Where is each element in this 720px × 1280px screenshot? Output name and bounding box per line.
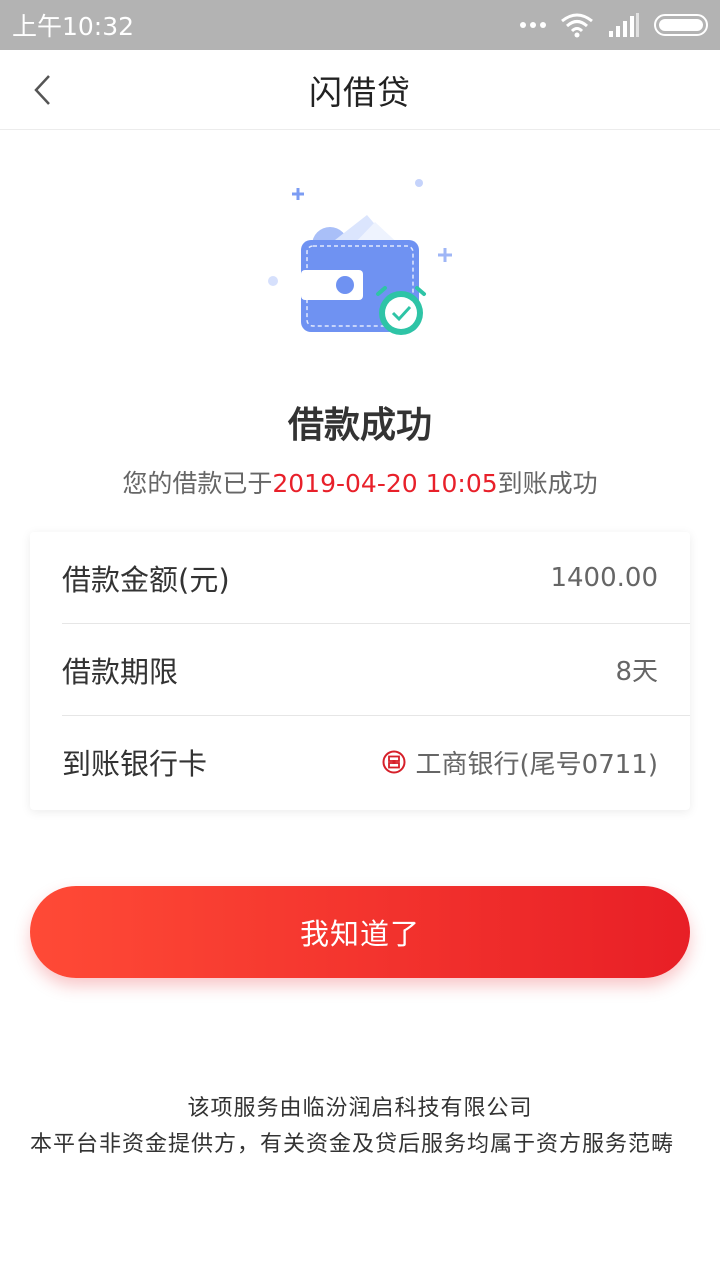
bank-card-label: 到账银行卡: [62, 747, 208, 781]
wallet-clock-icon: [268, 179, 452, 335]
bank-card-value-wrap: 工商银行(尾号0711): [382, 744, 658, 781]
wifi-icon: [561, 13, 593, 38]
status-icons: [520, 12, 708, 38]
loan-amount-label: 借款金额(元): [62, 562, 230, 597]
result-desc-datetime: 2019-04-20 10:05: [272, 469, 498, 498]
loan-term-row: 借款期限 8天: [62, 624, 690, 716]
bank-card-row: 到账银行卡 工商银行(尾号0711): [62, 716, 690, 808]
battery-icon: [654, 14, 708, 36]
result-desc-suffix: 到账成功: [497, 469, 598, 498]
icbc-bank-icon: [382, 750, 406, 774]
result-title: 借款成功: [287, 405, 432, 446]
dots-icon: [520, 22, 546, 28]
back-button[interactable]: [22, 70, 62, 110]
loan-amount-row: 借款金额(元) 1400.00: [62, 532, 690, 624]
status-time: 上午10:32: [12, 12, 135, 41]
confirm-button[interactable]: 我知道了: [30, 886, 690, 978]
loan-details-card: 借款金额(元) 1400.00 借款期限 8天 到账银行卡 工商银行(尾号071…: [30, 532, 690, 810]
page-title: 闪借贷: [309, 72, 411, 112]
loan-term-label: 借款期限: [62, 654, 179, 689]
status-bar: 上午10:32: [0, 0, 720, 50]
result-description: 您的借款已于2019-04-20 10:05到账成功: [0, 464, 720, 500]
result-desc-prefix: 您的借款已于: [122, 469, 273, 498]
bank-card-value: 工商银行(尾号0711): [415, 749, 658, 780]
loan-amount-value: 1400.00: [550, 562, 658, 593]
signal-icon: [609, 13, 639, 37]
chevron-left-icon: [34, 75, 50, 105]
nav-bar: 闪借贷: [0, 50, 720, 130]
footer-service-provider: 该项服务由临汾润启科技有限公司: [187, 1096, 533, 1121]
loan-term-value: 8天: [615, 657, 658, 687]
footer-disclaimer: 本平台非资金提供方，有关资金及贷后服务均属于资方服务范畴: [30, 1132, 675, 1157]
